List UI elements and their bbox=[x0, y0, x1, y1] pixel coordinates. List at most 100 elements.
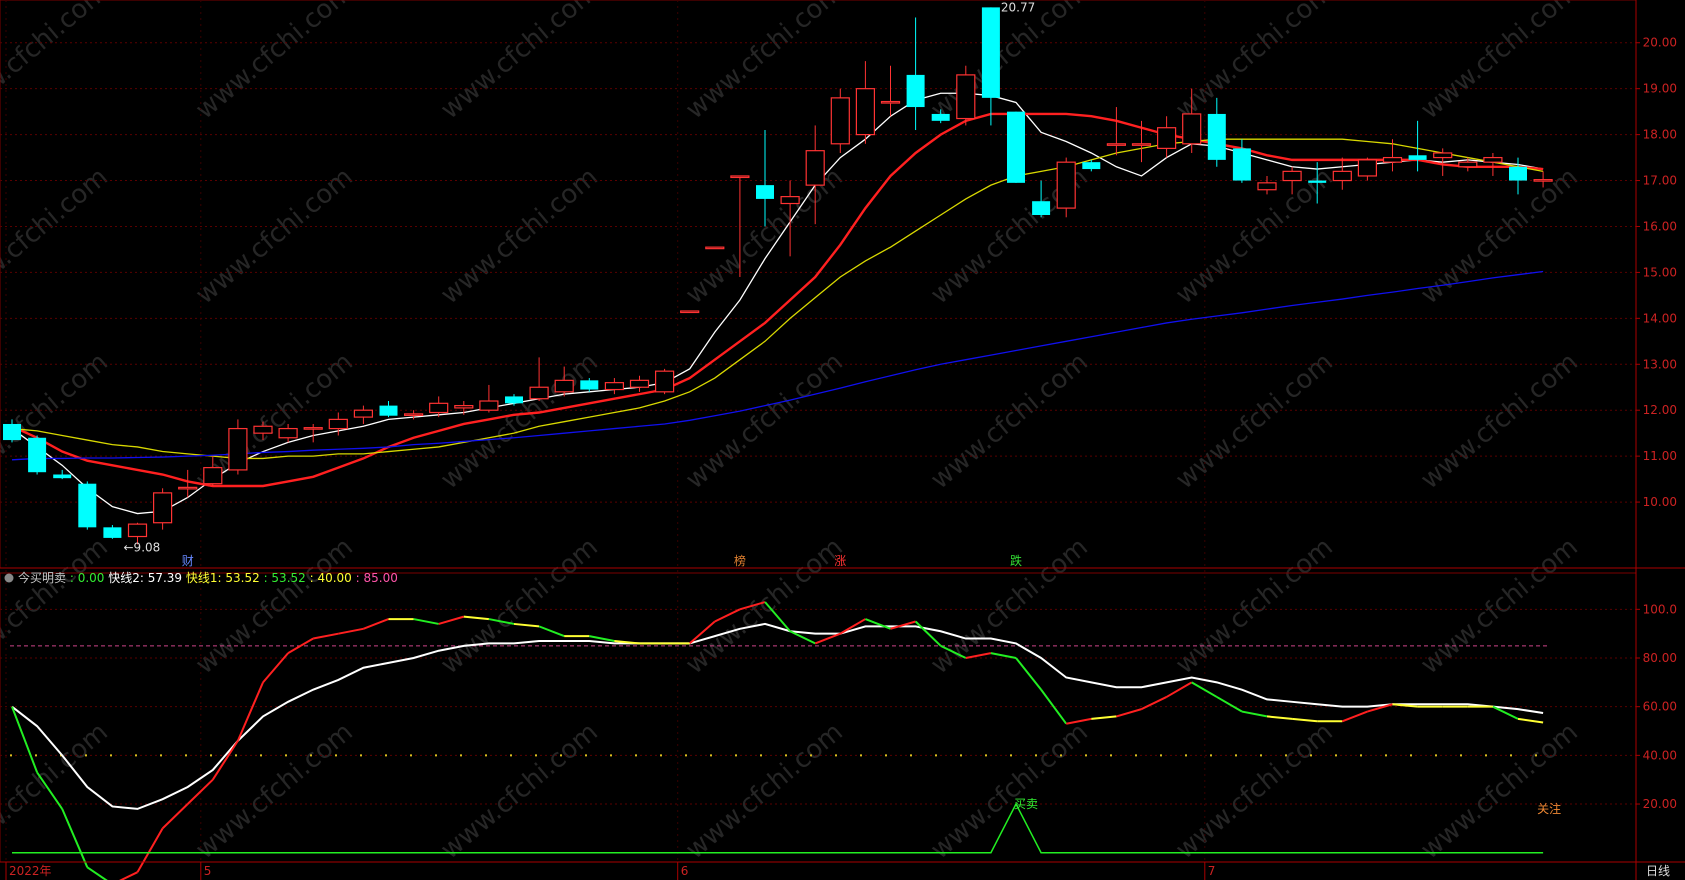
candle-body bbox=[404, 413, 424, 416]
candle-body bbox=[3, 423, 21, 441]
candle-body bbox=[1357, 159, 1378, 177]
fast-line-1-segment bbox=[1341, 710, 1368, 723]
watermark-text: www.cfchi.com bbox=[1415, 162, 1584, 310]
fast-line-1-segment bbox=[589, 635, 615, 642]
legend-item: 今买明卖 bbox=[18, 570, 66, 585]
candle-body bbox=[580, 380, 599, 390]
candle-body bbox=[855, 88, 876, 136]
candle-body bbox=[880, 100, 901, 104]
fast-line-1-segment bbox=[1116, 708, 1142, 718]
fast-line-1-segment bbox=[1241, 710, 1268, 718]
fast-line-1-segment bbox=[1266, 715, 1293, 720]
legend-item: : 53.52 bbox=[260, 571, 306, 585]
candle-body bbox=[454, 405, 474, 409]
y-tick-label: 40.00 bbox=[1643, 748, 1677, 762]
collapse-icon bbox=[4, 573, 14, 583]
watermark-text: www.cfchi.com bbox=[190, 717, 359, 865]
y-tick-label: 10.00 bbox=[1643, 495, 1677, 509]
fast-line-1-segment bbox=[1166, 681, 1193, 698]
candle-body bbox=[1106, 143, 1127, 146]
candle-body bbox=[1458, 161, 1478, 168]
candle-body bbox=[1433, 152, 1453, 159]
fast-line-1-segment bbox=[86, 866, 108, 880]
y-tick-label: 20.00 bbox=[1643, 797, 1677, 811]
signal-annotation: 关注 bbox=[1537, 801, 1561, 816]
candle-body bbox=[353, 409, 373, 418]
watermark-text: www.cfchi.com bbox=[925, 717, 1094, 865]
watermark-text: www.cfchi.com bbox=[435, 162, 604, 310]
y-tick-label: 17.00 bbox=[1643, 174, 1677, 188]
watermark-text: www.cfchi.com bbox=[925, 347, 1094, 495]
watermark-text: www.cfchi.com bbox=[0, 0, 114, 125]
candle-body bbox=[1207, 113, 1226, 160]
candle-body bbox=[680, 310, 700, 314]
watermark-text: www.cfchi.com bbox=[0, 347, 114, 495]
candle-body bbox=[429, 402, 449, 414]
watermark-text: www.cfchi.com bbox=[0, 717, 114, 865]
legend-item: 快线1: 53.52 bbox=[182, 571, 260, 585]
event-marker: 财 bbox=[182, 554, 194, 568]
legend-item: : 40.00 bbox=[306, 571, 352, 585]
signal-annotation: 买卖 bbox=[1014, 797, 1038, 811]
candle-body bbox=[1332, 170, 1352, 182]
watermark-text: www.cfchi.com bbox=[1170, 162, 1339, 310]
candle-body bbox=[53, 474, 72, 479]
legend-item: : 0.00 bbox=[66, 571, 104, 585]
watermark-text: www.cfchi.com bbox=[1415, 347, 1584, 495]
candle-body bbox=[604, 382, 625, 391]
candle-body bbox=[505, 396, 523, 404]
fast-line-1-segment bbox=[236, 681, 264, 742]
fast-line-1-segment bbox=[814, 632, 841, 645]
candle-body bbox=[228, 427, 248, 471]
y-tick-label: 18.00 bbox=[1643, 128, 1677, 142]
watermark-text: www.cfchi.com bbox=[190, 162, 359, 310]
candle-body bbox=[1533, 179, 1553, 182]
candle-body bbox=[203, 467, 223, 485]
fast-line-1-segment bbox=[538, 625, 565, 638]
candle-body bbox=[1232, 148, 1251, 181]
y-tick-label: 80.00 bbox=[1643, 651, 1677, 665]
fast-line-1-segment bbox=[1517, 717, 1544, 724]
watermark-text: www.cfchi.com bbox=[680, 717, 849, 865]
candle-body bbox=[103, 527, 122, 538]
fast-line-1-segment bbox=[990, 652, 1017, 659]
fast-line-1-segment bbox=[890, 620, 916, 630]
stock-chart[interactable]: www.cfchi.com www.cfchi.com www.cfchi.com w… bbox=[0, 0, 1685, 880]
candle-body bbox=[629, 379, 650, 388]
fast-line-1-segment bbox=[1141, 696, 1168, 711]
candle-body bbox=[1131, 143, 1152, 146]
watermark-text: www.cfchi.com bbox=[190, 0, 359, 125]
candle-body bbox=[529, 386, 549, 400]
y-tick-label: 14.00 bbox=[1643, 311, 1677, 325]
legend-item: : 85.00 bbox=[352, 571, 398, 585]
watermark-text: www.cfchi.com bbox=[0, 162, 114, 310]
y-tick-label: 11.00 bbox=[1643, 449, 1677, 463]
fast-line-1-segment bbox=[839, 618, 866, 635]
fast-line-1-segment bbox=[914, 620, 942, 647]
candle-body bbox=[379, 405, 398, 416]
fast-line-1-segment bbox=[1040, 689, 1068, 725]
y-tick-label: 60.00 bbox=[1643, 700, 1677, 714]
fast-line-1-segment bbox=[211, 740, 239, 781]
watermark-text: www.cfchi.com bbox=[435, 0, 604, 125]
candle-body bbox=[1282, 170, 1302, 182]
candle-body bbox=[1382, 156, 1403, 163]
fast-line-1-segment bbox=[1216, 696, 1243, 713]
fast-line-1-segment bbox=[161, 803, 189, 830]
candle-body bbox=[28, 437, 47, 473]
y-tick-label: 19.00 bbox=[1643, 82, 1677, 96]
y-tick-label: 16.00 bbox=[1643, 219, 1677, 233]
candle-body bbox=[1182, 113, 1202, 145]
watermark-text: www.cfchi.com bbox=[925, 0, 1094, 125]
candle-body bbox=[554, 379, 574, 393]
period-label: 日线 bbox=[1646, 864, 1670, 878]
watermark-text: www.cfchi.com bbox=[435, 717, 604, 865]
fast-line-1-segment bbox=[136, 827, 164, 873]
watermark-text: www.cfchi.com bbox=[1170, 0, 1339, 125]
candle-body bbox=[1509, 166, 1527, 181]
fast-line-1-segment bbox=[119, 871, 138, 880]
candle-body bbox=[981, 7, 1000, 98]
candle-body bbox=[931, 113, 950, 121]
candle-body bbox=[1156, 127, 1177, 149]
x-tick-label: 2022年 bbox=[9, 864, 52, 878]
